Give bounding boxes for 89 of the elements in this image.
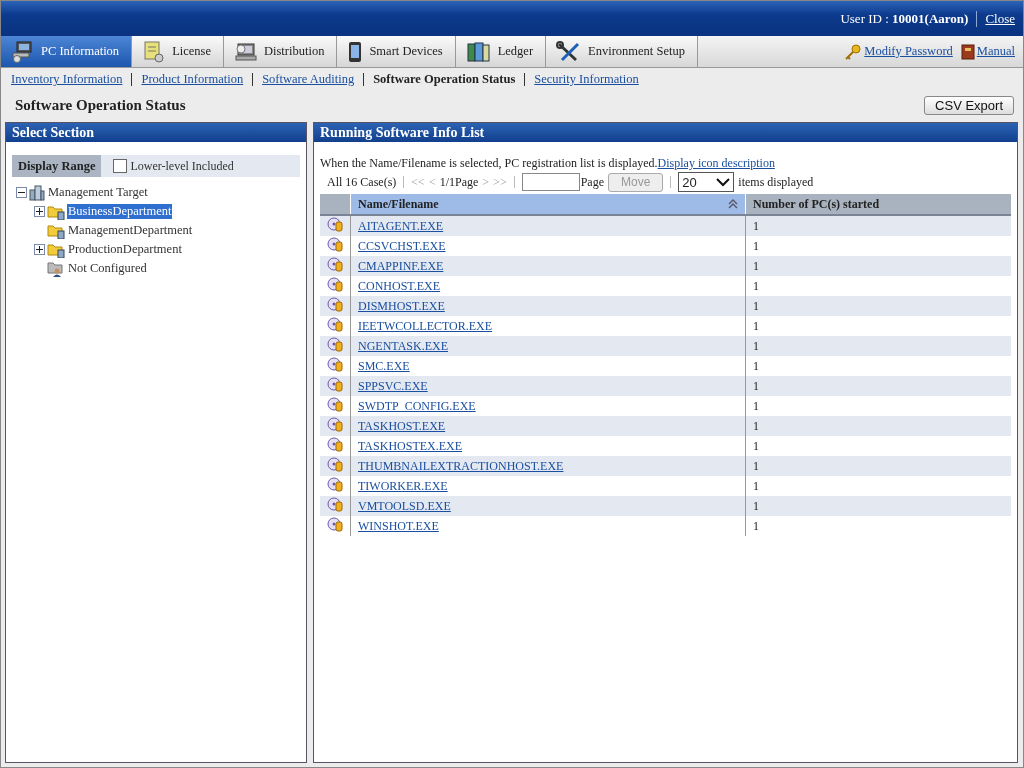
expand-toggle[interactable]	[34, 206, 45, 217]
tree-item[interactable]: Management Target	[47, 185, 149, 200]
filename-link[interactable]: SMC.EXE	[358, 358, 410, 373]
expand-toggle[interactable]	[34, 244, 45, 255]
folder-building-icon	[47, 241, 65, 258]
checkbox-label: Lower-level Included	[130, 158, 234, 174]
tree-item[interactable]: ManagementDepartment	[67, 223, 194, 238]
header-link[interactable]: Manual	[976, 44, 1015, 59]
page-input[interactable]	[521, 173, 580, 191]
filename-link[interactable]: IEETWCOLLECTOR.EXE	[358, 318, 493, 333]
collapse-toggle[interactable]	[16, 187, 27, 198]
per-page-select[interactable]: 20	[678, 172, 735, 192]
page-label: Page	[580, 174, 604, 190]
subnav-link[interactable]: Software Operation Status	[373, 72, 516, 87]
subnav-link[interactable]: Product Information	[141, 72, 244, 87]
book-icon	[960, 43, 975, 60]
filename-link[interactable]: CONHOST.EXE	[358, 278, 441, 293]
panel-title: Select Section	[6, 123, 306, 142]
filename-link[interactable]: CMAPPINF.EXE	[358, 258, 444, 273]
filename-link[interactable]: CCSVCHST.EXE	[358, 238, 446, 253]
nav-tab[interactable]: Distribution	[224, 36, 338, 67]
table-cell: 1	[745, 336, 1011, 356]
table-cell: 1	[745, 396, 1011, 416]
column-header[interactable]: Number of PC(s) started	[745, 194, 1011, 215]
nav-tab[interactable]: License	[132, 36, 224, 67]
table-cell: 1	[745, 416, 1011, 436]
display-range-label: Display Range	[12, 155, 102, 177]
filename-link[interactable]: TIWORKER.EXE	[358, 478, 448, 493]
page-indicator: 1/1Page	[439, 174, 479, 190]
table-cell: 1	[745, 476, 1011, 496]
table-cell: 1	[745, 296, 1011, 316]
table-cell: 1	[745, 516, 1011, 536]
table-cell: 1	[745, 215, 1011, 236]
folder-building-icon	[47, 222, 65, 239]
table-cell: 1	[745, 436, 1011, 456]
table-cell: 1	[745, 496, 1011, 516]
nav-tab[interactable]: Environment Setup	[546, 36, 698, 67]
filename-link[interactable]: DISMHOST.EXE	[358, 298, 445, 313]
filename-link[interactable]: THUMBNAILEXTRACTIONHOST.EXE	[358, 458, 564, 473]
filename-link[interactable]: SPPSVC.EXE	[358, 378, 428, 393]
table-cell: 1	[745, 376, 1011, 396]
tree-item[interactable]: Not Configured	[67, 261, 148, 276]
books-icon	[465, 40, 492, 63]
table-cell: 1	[745, 316, 1011, 336]
computer-icon	[11, 40, 35, 63]
filename-link[interactable]: NGENTASK.EXE	[358, 338, 449, 353]
table-cell: 1	[745, 256, 1011, 276]
filename-link[interactable]: TASKHOST.EXE	[358, 418, 446, 433]
plus-icon	[36, 246, 43, 253]
filename-link[interactable]: SWDTP_CONFIG.EXE	[358, 398, 476, 413]
folder-building-icon	[47, 203, 65, 220]
hint-text: When the Name/Filename is selected, PC registration list is displayed.Display icon description	[320, 156, 776, 171]
building-icon	[29, 184, 45, 201]
nav-tab[interactable]: PC Information	[1, 36, 133, 67]
key-icon	[844, 43, 863, 60]
filename-link[interactable]: WINSHOT.EXE	[358, 518, 439, 533]
subnav-link[interactable]: Software Auditing	[262, 72, 355, 87]
table-cell: 1	[745, 356, 1011, 376]
panel-title: Running Software Info List	[314, 123, 1017, 142]
filename-link[interactable]: TASKHOSTEX.EXE	[358, 438, 463, 453]
column-header[interactable]: Name/Filename	[350, 194, 746, 215]
subnav-link[interactable]: Security Information	[534, 72, 639, 87]
checkbox[interactable]	[113, 159, 128, 173]
header-link[interactable]: Modify Password	[864, 44, 953, 59]
tree-item[interactable]: ProductionDepartment	[67, 242, 183, 257]
minus-icon	[18, 189, 25, 196]
table-cell: 1	[745, 276, 1011, 296]
csv-export-button[interactable]: CSV Export	[924, 95, 1014, 115]
subnav-link[interactable]: Inventory Information	[11, 72, 123, 87]
plus-icon	[36, 208, 43, 215]
certificate-icon	[142, 40, 167, 63]
nav-tab[interactable]: Smart Devices	[337, 36, 456, 67]
chevron-down-icon	[716, 177, 731, 187]
page-title: Software Operation Status	[15, 96, 186, 114]
sort-icon	[728, 199, 738, 209]
user-id: User ID : 10001(Aaron)	[840, 10, 969, 27]
nav-tab[interactable]: Ledger	[455, 36, 547, 67]
folder-person-icon	[47, 260, 65, 277]
icon-description-link[interactable]: Display icon description	[657, 156, 775, 170]
smartphone-icon	[347, 40, 364, 63]
computer-disc-icon	[234, 40, 258, 63]
tree-item[interactable]: BusinessDepartment	[67, 204, 173, 219]
filename-link[interactable]: AITAGENT.EXE	[358, 218, 444, 233]
filename-link[interactable]: VMTOOLSD.EXE	[358, 498, 451, 513]
per-page-label: items displayed	[738, 174, 814, 190]
case-count: All 16 Case(s)	[327, 174, 397, 190]
close-link[interactable]: Close	[985, 10, 1015, 27]
table-cell: 1	[745, 456, 1011, 476]
table-cell: 1	[745, 236, 1011, 256]
